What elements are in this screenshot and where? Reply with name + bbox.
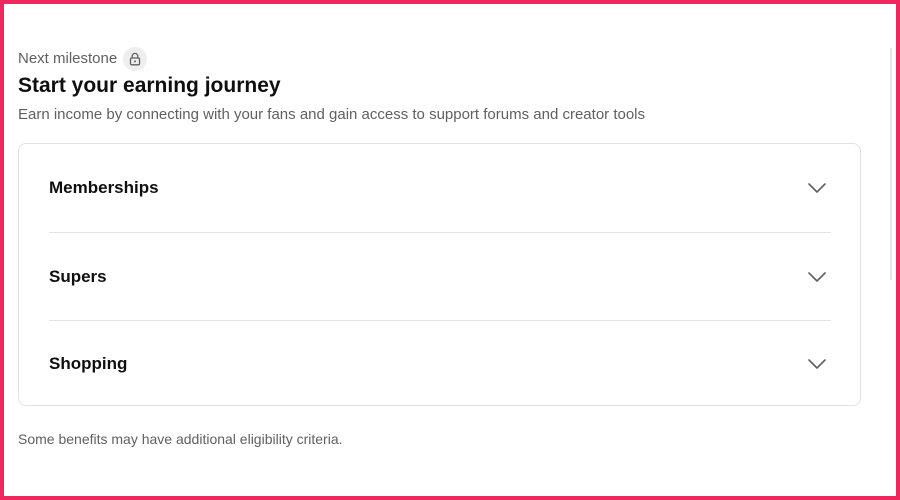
chevron-down-icon[interactable]	[805, 352, 829, 376]
accordion-item-shopping[interactable]: Shopping	[49, 320, 831, 407]
page-subtitle: Earn income by connecting with your fans…	[18, 106, 646, 123]
eligibility-footnote: Some benefits may have additional eligib…	[18, 431, 343, 447]
chevron-down-icon[interactable]	[805, 265, 829, 289]
accordion-label: Supers	[49, 267, 107, 286]
milestone-row: Next milestone	[18, 47, 148, 71]
accordion-item-memberships[interactable]: Memberships	[49, 144, 831, 232]
page-frame: Next milestone Start your earning journe…	[0, 0, 900, 500]
benefits-card: Memberships Supers Shopping	[18, 143, 861, 406]
accordion-item-supers[interactable]: Supers	[49, 232, 831, 321]
lock-icon	[123, 47, 148, 71]
chevron-down-icon[interactable]	[805, 176, 829, 200]
accordion-label: Shopping	[49, 354, 128, 373]
page-title: Start your earning journey	[18, 74, 281, 97]
scrollbar[interactable]	[890, 48, 892, 280]
milestone-label: Next milestone	[18, 50, 118, 67]
accordion-label: Memberships	[49, 178, 159, 197]
